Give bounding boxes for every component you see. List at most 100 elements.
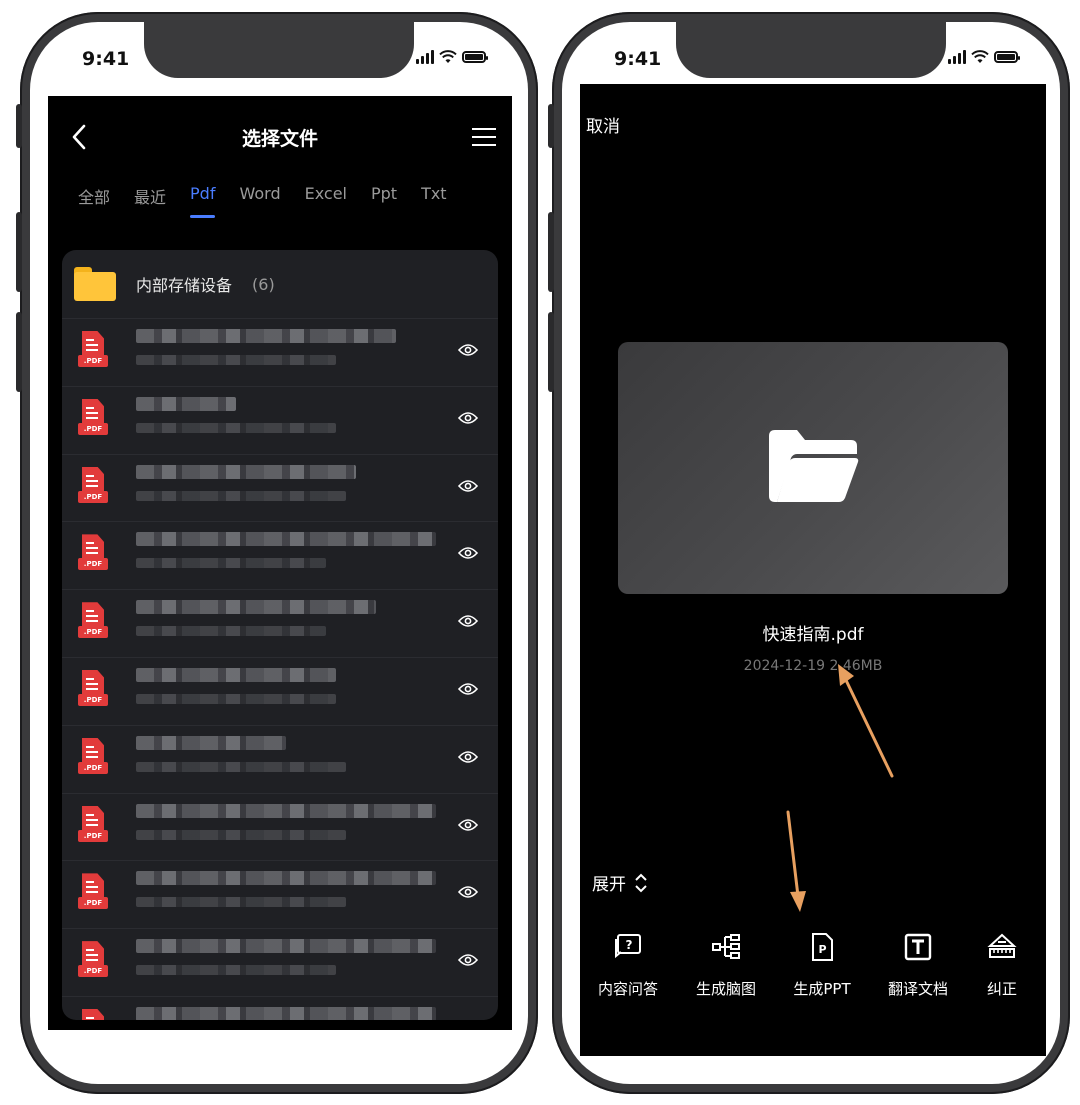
tool-translate[interactable]: 翻译文档 — [870, 932, 966, 999]
redacted-file-name — [136, 939, 436, 954]
eye-icon[interactable] — [458, 953, 478, 967]
file-text-redacted — [136, 329, 438, 377]
mute-switch — [16, 104, 22, 148]
battery-icon — [462, 51, 488, 63]
pdf-file-icon: .PDF — [78, 941, 112, 983]
file-preview-screen: 取消 快速指南.pdf 2024-12-19 2.46MB 展开 ? 内容问答 — [580, 84, 1046, 1056]
expand-toggle[interactable]: 展开 — [592, 870, 648, 895]
annotation-arrow-to-tools — [786, 810, 806, 912]
pdf-tag: .PDF — [78, 355, 108, 367]
tool-label: 内容问答 — [597, 980, 658, 998]
redacted-file-meta — [136, 693, 336, 704]
notch — [676, 22, 946, 78]
file-row[interactable]: .PDF — [62, 455, 498, 523]
eye-icon[interactable] — [458, 750, 478, 764]
pdf-tag: .PDF — [78, 693, 108, 706]
wifi-icon — [439, 50, 457, 63]
file-row[interactable]: .PDF — [62, 658, 498, 726]
file-row[interactable]: .PDF — [62, 590, 498, 658]
file-text-redacted — [136, 532, 438, 580]
file-text-redacted — [136, 396, 438, 445]
tab-all[interactable]: 全部 — [78, 184, 110, 208]
pdf-file-icon: .PDF — [78, 331, 112, 373]
tool-label: 纠正 — [986, 980, 1017, 998]
signal-icon — [948, 50, 966, 64]
redacted-file-name — [136, 464, 356, 479]
redacted-file-meta — [136, 965, 336, 976]
tool-content-qa[interactable]: ? 内容问答 — [580, 932, 676, 999]
pdf-tag: .PDF — [78, 761, 108, 774]
phone-screen-left: 9:41 选择文件 全部 最近 Pdf Word Excel Ppt Txt 内… — [30, 22, 528, 1084]
file-row[interactable]: .PDF — [62, 997, 498, 1020]
tab-txt[interactable]: Txt — [421, 184, 447, 208]
expand-label: 展开 — [592, 875, 626, 895]
eye-icon[interactable] — [458, 885, 478, 899]
tab-word[interactable]: Word — [239, 184, 280, 208]
eye-icon[interactable] — [458, 411, 478, 425]
pdf-tag: .PDF — [78, 829, 108, 842]
tab-pdf[interactable]: Pdf — [190, 184, 216, 218]
redacted-file-name — [136, 600, 376, 615]
translate-icon — [904, 933, 932, 961]
eye-icon[interactable] — [458, 479, 478, 493]
pdf-tag: .PDF — [78, 558, 108, 571]
redacted-file-meta — [136, 490, 346, 501]
tool-label: 生成PPT — [793, 980, 851, 998]
file-picker-screen: 选择文件 全部 最近 Pdf Word Excel Ppt Txt 内部存储设备… — [48, 96, 512, 1030]
redacted-file-meta — [136, 897, 346, 908]
file-preview-card[interactable] — [618, 342, 1008, 594]
file-row[interactable]: .PDF — [62, 726, 498, 794]
folder-row[interactable]: 内部存储设备 (6) — [62, 250, 498, 319]
ppt-icon: P — [812, 933, 833, 961]
file-row[interactable]: .PDF — [62, 522, 498, 591]
tool-correct[interactable]: 纠正 — [960, 932, 1044, 999]
eye-icon[interactable] — [458, 682, 478, 696]
file-text-redacted — [136, 871, 438, 919]
file-text-redacted — [136, 600, 438, 648]
wifi-icon — [971, 50, 989, 63]
redacted-file-meta — [136, 626, 326, 637]
tab-ppt[interactable]: Ppt — [371, 184, 397, 208]
redacted-file-meta — [136, 558, 326, 569]
file-text-redacted — [136, 1006, 438, 1020]
eye-icon[interactable] — [458, 818, 478, 832]
file-row[interactable]: .PDF — [62, 861, 498, 930]
file-meta: 2024-12-19 2.46MB — [743, 658, 883, 674]
tab-excel[interactable]: Excel — [305, 184, 347, 208]
tool-generate-ppt[interactable]: P 生成PPT — [774, 932, 870, 999]
redacted-file-name — [136, 871, 436, 886]
eye-icon[interactable] — [458, 546, 478, 560]
menu-icon[interactable] — [472, 128, 496, 146]
pdf-file-icon: .PDF — [78, 737, 112, 780]
cancel-button[interactable]: 取消 — [586, 112, 620, 137]
battery-icon — [994, 51, 1020, 63]
phone-frame-left: 9:41 选择文件 全部 最近 Pdf Word Excel Ppt Txt 内… — [16, 12, 538, 1094]
pdf-file-icon: .PDF — [78, 534, 112, 576]
qa-icon: ? — [615, 934, 641, 959]
notch — [144, 22, 414, 78]
status-time: 9:41 — [614, 48, 662, 70]
eye-icon[interactable] — [458, 614, 478, 628]
tool-label: 翻译文档 — [887, 980, 948, 998]
pdf-file-icon: .PDF — [78, 602, 112, 644]
volume-up-button — [16, 212, 22, 292]
pdf-tag: .PDF — [78, 626, 108, 639]
svg-text:?: ? — [626, 938, 633, 952]
file-name: 快速指南.pdf — [762, 625, 864, 645]
pdf-file-icon: .PDF — [78, 805, 112, 848]
file-row[interactable]: .PDF — [62, 929, 498, 997]
file-list-panel: 内部存储设备 (6) .PDF .PDF .PDF .PDF .PDF .PDF .PDF.… — [62, 250, 498, 1020]
file-text-redacted — [136, 939, 438, 987]
tool-mindmap[interactable]: 生成脑图 — [678, 932, 774, 999]
redacted-file-name — [136, 329, 396, 343]
file-row[interactable]: .PDF — [62, 387, 498, 455]
folder-icon — [74, 267, 116, 301]
pdf-tag: .PDF — [78, 965, 108, 978]
pdf-file-icon: .PDF — [78, 466, 112, 509]
file-row[interactable]: .PDF — [62, 794, 498, 862]
file-text-redacted — [136, 735, 438, 784]
eye-icon[interactable] — [458, 343, 478, 357]
file-row[interactable]: .PDF — [62, 319, 498, 387]
tab-recent[interactable]: 最近 — [134, 184, 166, 208]
file-text-redacted — [136, 803, 438, 852]
